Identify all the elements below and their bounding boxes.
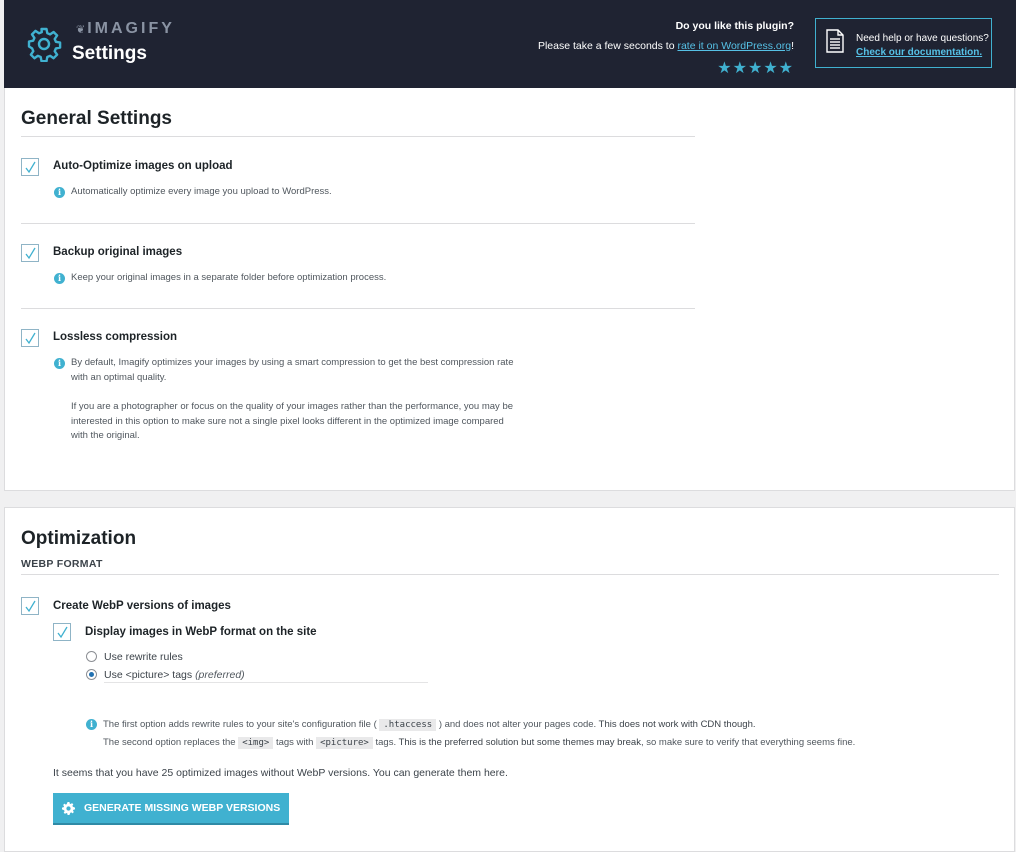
general-settings-panel: General Settings Auto-Optimize images on… (4, 88, 1015, 491)
info-icon: i (54, 187, 65, 198)
preferred-note: (preferred) (195, 669, 245, 681)
htaccess-code: .htaccess (379, 719, 437, 731)
rating-stars[interactable]: ★★★★★ (538, 58, 794, 78)
optimization-panel: Optimization WEBP FORMAT Create WebP ver… (4, 507, 1015, 852)
plugin-header: ❦ IMAGIFY Settings Do you like this plugi… (4, 0, 1016, 88)
info-1b: ) and does not alter your pages code. (438, 719, 597, 730)
rewrite-rules-label[interactable]: Use rewrite rules (104, 651, 183, 663)
info-2d: This is the preferred solution but some … (398, 737, 641, 748)
picture-tags-text: Use <picture> tags (104, 669, 193, 681)
auto-optimize-description: Automatically optimize every image you u… (71, 186, 332, 197)
picture-tags-radio[interactable] (86, 669, 97, 680)
info-2a: The second option replaces the (103, 737, 236, 748)
auto-optimize-label[interactable]: Auto-Optimize images on upload (53, 160, 233, 172)
info-2c: tags. (375, 737, 397, 748)
optimization-title: Optimization (21, 528, 137, 549)
create-webp-label[interactable]: Create WebP versions of images (53, 600, 231, 612)
general-settings-title: General Settings (21, 108, 172, 129)
lossless-description-2: If you are a photographer or focus on th… (71, 401, 514, 441)
picture-code: <picture> (316, 737, 373, 749)
webp-info-line-2: The second option replaces the <img> tag… (103, 734, 903, 752)
help-text: Need help or have questions? Check our d… (856, 32, 989, 60)
rate-question: Do you like this plugin? (675, 20, 794, 32)
info-1c: This does not work with CDN though. (598, 719, 756, 730)
info-icon: i (54, 358, 65, 369)
img-code: <img> (238, 737, 274, 749)
display-webp-label[interactable]: Display images in WebP format on the sit… (85, 626, 317, 638)
lossless-compression-checkbox[interactable] (21, 329, 39, 347)
picture-tags-label[interactable]: Use <picture> tags (preferred) (104, 669, 245, 681)
rate-line: Please take a few seconds to rate it on … (538, 40, 794, 52)
info-1a: The first option adds rewrite rules to y… (103, 719, 377, 730)
checkmark-icon (25, 247, 36, 260)
brand-logo: ❦ IMAGIFY (76, 20, 175, 38)
leaf-icon: ❦ (76, 24, 86, 36)
webp-info-line-1: The first option adds rewrite rules to y… (103, 716, 903, 734)
gear-icon (27, 27, 62, 62)
info-2b: tags with (275, 737, 314, 748)
checkmark-icon (25, 332, 36, 345)
checkmark-icon (25, 600, 36, 613)
divider (104, 682, 428, 683)
rate-plugin-box: Do you like this plugin? Please take a f… (538, 20, 794, 78)
documentation-link[interactable]: Check our documentation. (856, 47, 982, 58)
page-title: Settings (72, 43, 147, 64)
brand-name: IMAGIFY (87, 20, 175, 37)
webp-info-text: The first option adds rewrite rules to y… (103, 716, 903, 752)
generate-webp-button[interactable]: GENERATE MISSING WEBP VERSIONS (53, 793, 289, 825)
webp-format-subhead: WEBP FORMAT (21, 558, 103, 570)
divider (21, 136, 695, 137)
document-icon (826, 29, 844, 53)
display-webp-checkbox[interactable] (53, 623, 71, 641)
generate-webp-label: GENERATE MISSING WEBP VERSIONS (84, 802, 281, 814)
backup-original-checkbox[interactable] (21, 244, 39, 262)
help-question: Need help or have questions? (856, 33, 989, 44)
info-icon: i (54, 273, 65, 284)
create-webp-checkbox[interactable] (21, 597, 39, 615)
rate-suffix: ! (791, 40, 794, 52)
lossless-description: By default, Imagify optimizes your image… (71, 357, 514, 383)
info-icon: i (86, 719, 97, 730)
rate-link[interactable]: rate it on WordPress.org (677, 40, 791, 52)
info-2e: , so make sure to verify that everything… (640, 737, 856, 748)
auto-optimize-checkbox[interactable] (21, 158, 39, 176)
lossless-compression-label[interactable]: Lossless compression (53, 331, 177, 343)
checkmark-icon (57, 626, 68, 639)
missing-webp-text: It seems that you have 25 optimized imag… (53, 767, 508, 779)
divider (21, 308, 695, 309)
help-box: Need help or have questions? Check our d… (815, 18, 992, 68)
gear-icon (62, 802, 75, 815)
divider (21, 223, 695, 224)
rate-prefix: Please take a few seconds to (537, 40, 678, 52)
checkmark-icon (25, 161, 36, 174)
rewrite-rules-radio[interactable] (86, 651, 97, 662)
backup-original-description: Keep your original images in a separate … (71, 272, 387, 283)
divider (21, 574, 999, 575)
backup-original-label[interactable]: Backup original images (53, 246, 182, 258)
